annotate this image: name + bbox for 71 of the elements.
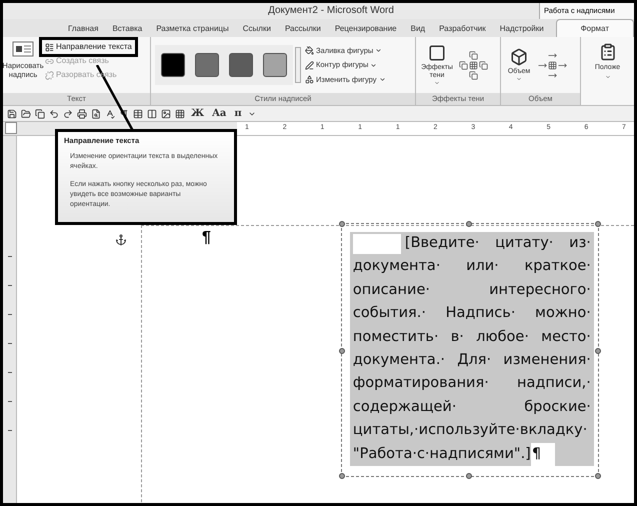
toolbar-icon[interactable] [175, 108, 185, 118]
quote-text-line: события.· Надпись· можно· [352, 304, 591, 324]
quote-text-line: [Введите· цитату· из· [404, 234, 591, 253]
ribbon-tab[interactable]: Рассылки [278, 21, 328, 37]
anchor-icon [115, 234, 127, 246]
ribbon-tab[interactable]: Ссылки [236, 21, 278, 37]
toolbar-icon[interactable] [77, 108, 87, 118]
command-icon [305, 74, 314, 84]
style-swatch[interactable] [229, 53, 253, 77]
ribbon-command[interactable]: Направление текста [43, 41, 134, 53]
command-icon [45, 42, 54, 52]
position-icon [598, 43, 616, 61]
ribbon-tab[interactable]: Вид [404, 21, 432, 37]
textbox-icon [12, 41, 34, 57]
quote-text-line: документа· или· краткое· [352, 257, 591, 276]
window-title: Документ2 - Microsoft Word [267, 4, 395, 18]
dropdown-icon [604, 74, 610, 80]
dropdown-icon [516, 76, 522, 82]
quote-text-line: содержащей· броские· [352, 398, 591, 417]
quote-text-line: поместить· в· любое· место· [352, 328, 591, 347]
ribbon-tab[interactable]: Вставка [105, 21, 150, 37]
resize-handle[interactable] [338, 348, 345, 354]
ribbon-tab[interactable]: Рецензирование [328, 21, 404, 37]
toolbar-button[interactable]: π [232, 108, 244, 120]
command-icon [305, 46, 314, 56]
ribbon-tab[interactable]: Формат [556, 19, 634, 37]
command-icon [45, 56, 54, 66]
toolbar-icon[interactable] [147, 108, 157, 118]
ribbon-tab[interactable]: Разметка страницы [149, 21, 236, 37]
toolbar-icon[interactable] [7, 108, 17, 118]
paragraph-mark: ¶ [530, 442, 556, 466]
resize-handle[interactable] [594, 473, 601, 479]
toolbar-icon[interactable] [49, 108, 59, 118]
resize-handle[interactable] [466, 473, 472, 479]
style-swatch[interactable] [195, 53, 219, 77]
toolbar-icon[interactable] [91, 108, 101, 118]
resize-handle[interactable] [338, 221, 345, 227]
resize-handle[interactable] [594, 348, 601, 354]
command-icon [45, 70, 54, 80]
resize-handle[interactable] [594, 221, 601, 227]
ribbon-tab[interactable]: Надстройки [492, 21, 551, 37]
quote-text-line: описание· интересного· [352, 280, 591, 300]
dropdown-icon [434, 80, 440, 86]
ribbon-tab[interactable]: Разработчик [432, 21, 493, 37]
toolbar-icon[interactable] [63, 108, 73, 118]
gallery-scroll-icon [295, 47, 301, 83]
paragraph-mark: ¶ [202, 228, 211, 248]
resize-handle[interactable] [466, 221, 472, 227]
quote-text-line: документа.· Для· изменения· [352, 351, 591, 370]
tilt-icons [538, 50, 567, 80]
command-icon [305, 60, 314, 70]
quote-text-line: "Работа·с·надписями".] [352, 444, 531, 464]
toolbar-icon[interactable] [35, 108, 45, 118]
indent-space [352, 234, 401, 254]
ribbon-tab[interactable]: Главная [61, 21, 106, 37]
toolbar-icon[interactable] [119, 108, 129, 118]
quote-text-line: цитаты,·используйте·вкладку· [352, 421, 588, 440]
square-icon [428, 44, 446, 62]
toolbar-icon[interactable] [161, 108, 171, 118]
text-box[interactable] [340, 223, 599, 477]
toolbar-icon[interactable] [21, 108, 31, 118]
toolbar-icon[interactable] [105, 108, 115, 118]
shadow-nudge-icons [459, 50, 488, 80]
style-swatch[interactable] [161, 53, 185, 77]
toolbar-button[interactable]: Aa [210, 108, 228, 120]
toolbar-button[interactable]: Ж [189, 108, 206, 120]
cube-icon [510, 48, 528, 66]
quote-text-line: форматирования· надписи,· [352, 374, 591, 394]
style-swatch[interactable] [263, 53, 287, 77]
resize-handle[interactable] [338, 473, 345, 479]
toolbar-icon[interactable] [133, 108, 143, 118]
